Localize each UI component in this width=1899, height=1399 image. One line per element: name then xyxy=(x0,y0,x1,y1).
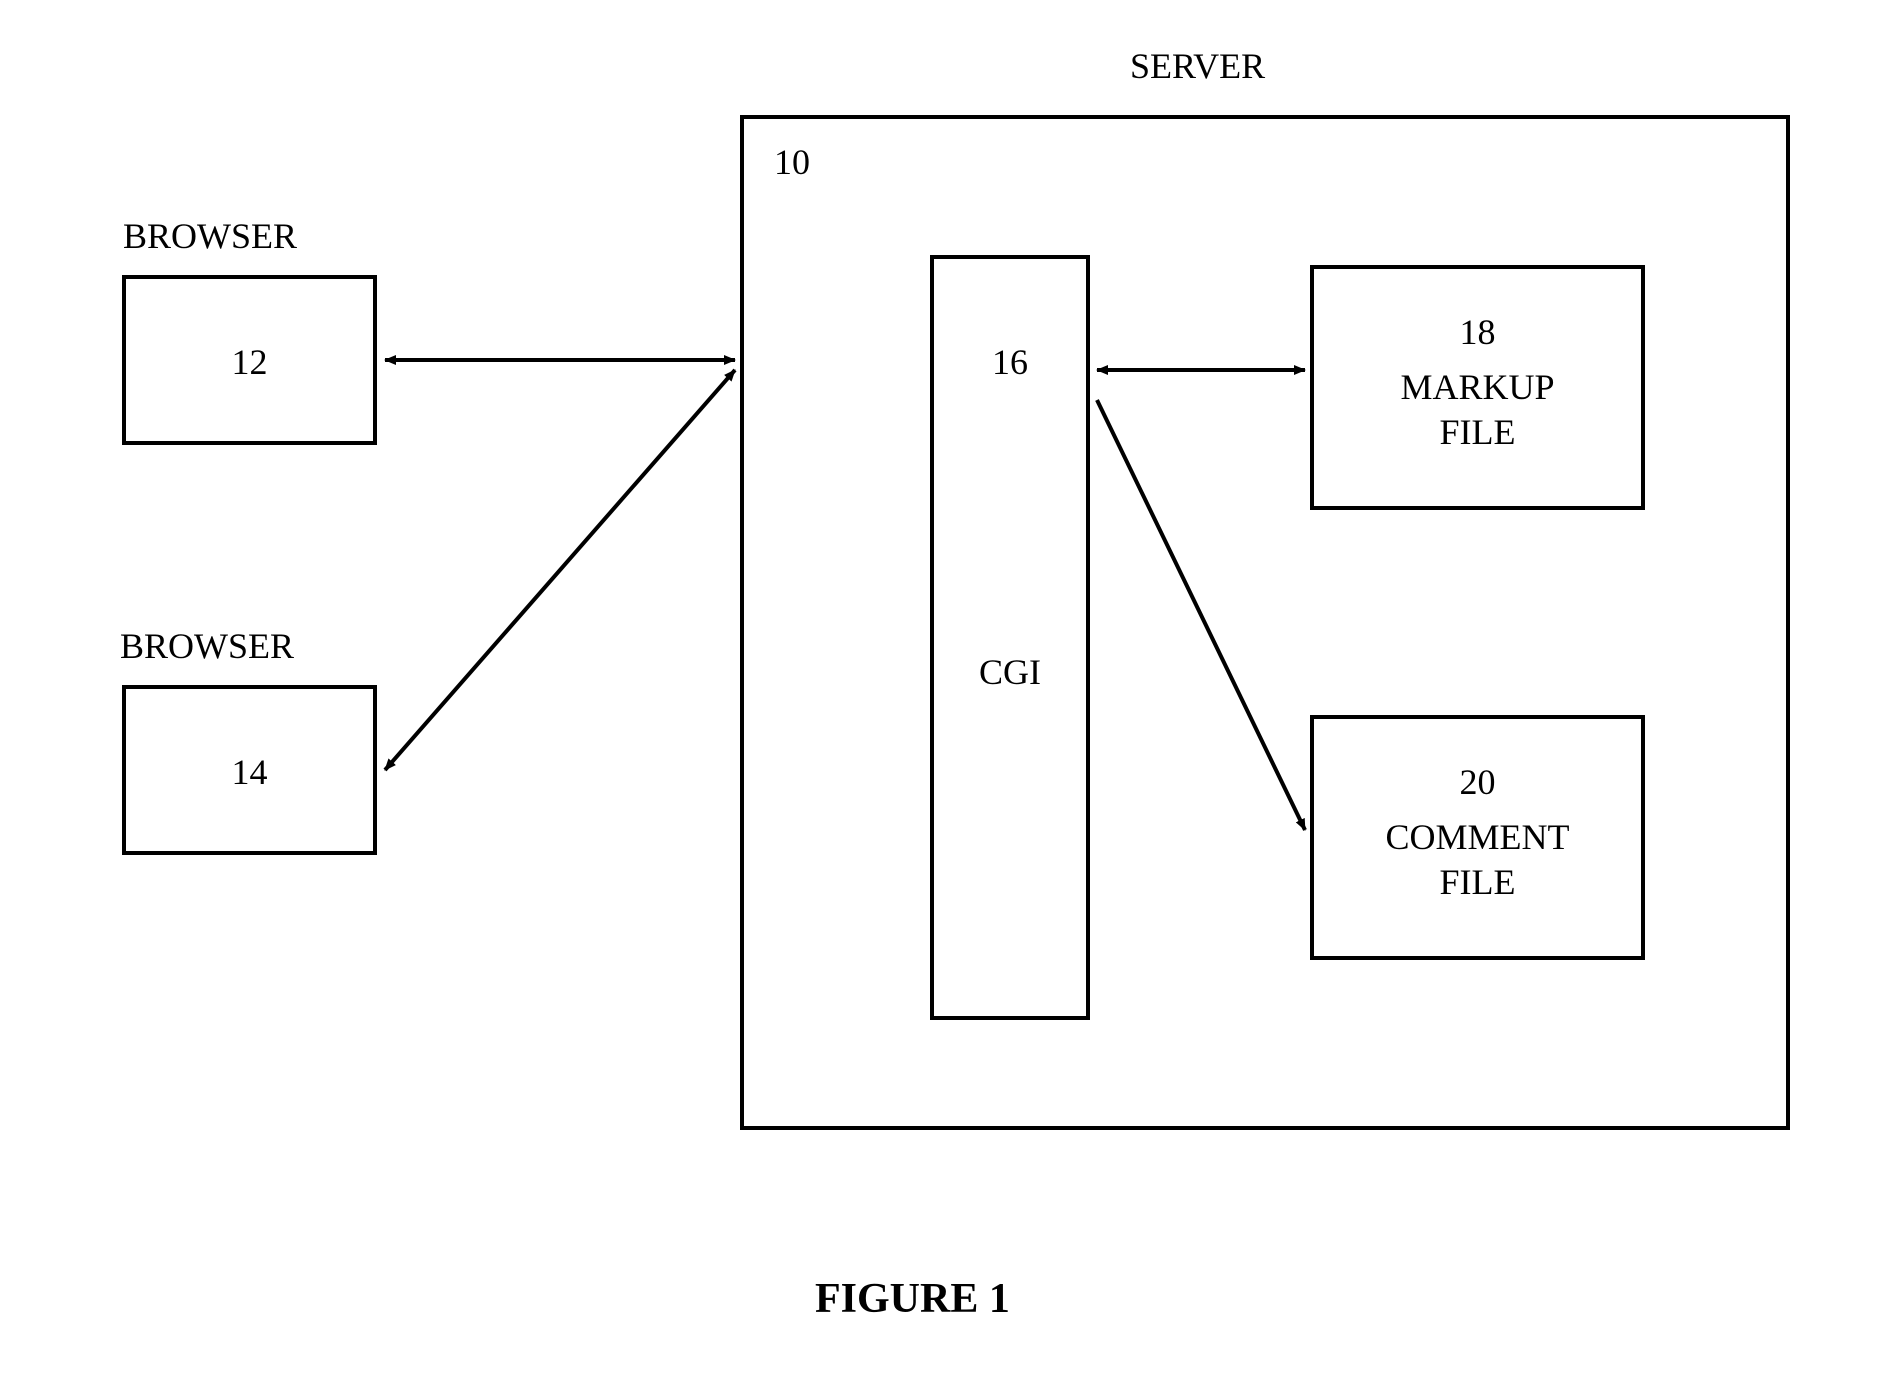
markup-file-id: 18 xyxy=(1314,309,1641,356)
cgi-box-id: 16 xyxy=(934,339,1086,386)
markup-file-box: 18 MARKUP FILE xyxy=(1310,265,1645,510)
comment-file-name-l1: COMMENT xyxy=(1314,814,1641,861)
comment-file-name-l2: FILE xyxy=(1314,859,1641,906)
browser1-box-id: 12 xyxy=(126,339,373,386)
cgi-box-name: CGI xyxy=(934,649,1086,696)
figure-title: FIGURE 1 xyxy=(815,1275,1010,1323)
browser2-label: BROWSER xyxy=(120,625,294,667)
markup-file-name-l2: FILE xyxy=(1314,409,1641,456)
markup-file-name-l1: MARKUP xyxy=(1314,364,1641,411)
browser2-box-id: 14 xyxy=(126,749,373,796)
server-box-id: 10 xyxy=(774,139,810,186)
diagram-container: SERVER 10 BROWSER 12 BROWSER 14 16 CGI 1… xyxy=(0,0,1899,1399)
comment-file-box: 20 COMMENT FILE xyxy=(1310,715,1645,960)
browser1-box: 12 xyxy=(122,275,377,445)
browser1-label: BROWSER xyxy=(123,215,297,257)
browser2-box: 14 xyxy=(122,685,377,855)
arrow-browser2-server xyxy=(385,370,735,770)
server-label: SERVER xyxy=(1130,45,1265,87)
cgi-box: 16 CGI xyxy=(930,255,1090,1020)
comment-file-id: 20 xyxy=(1314,759,1641,806)
